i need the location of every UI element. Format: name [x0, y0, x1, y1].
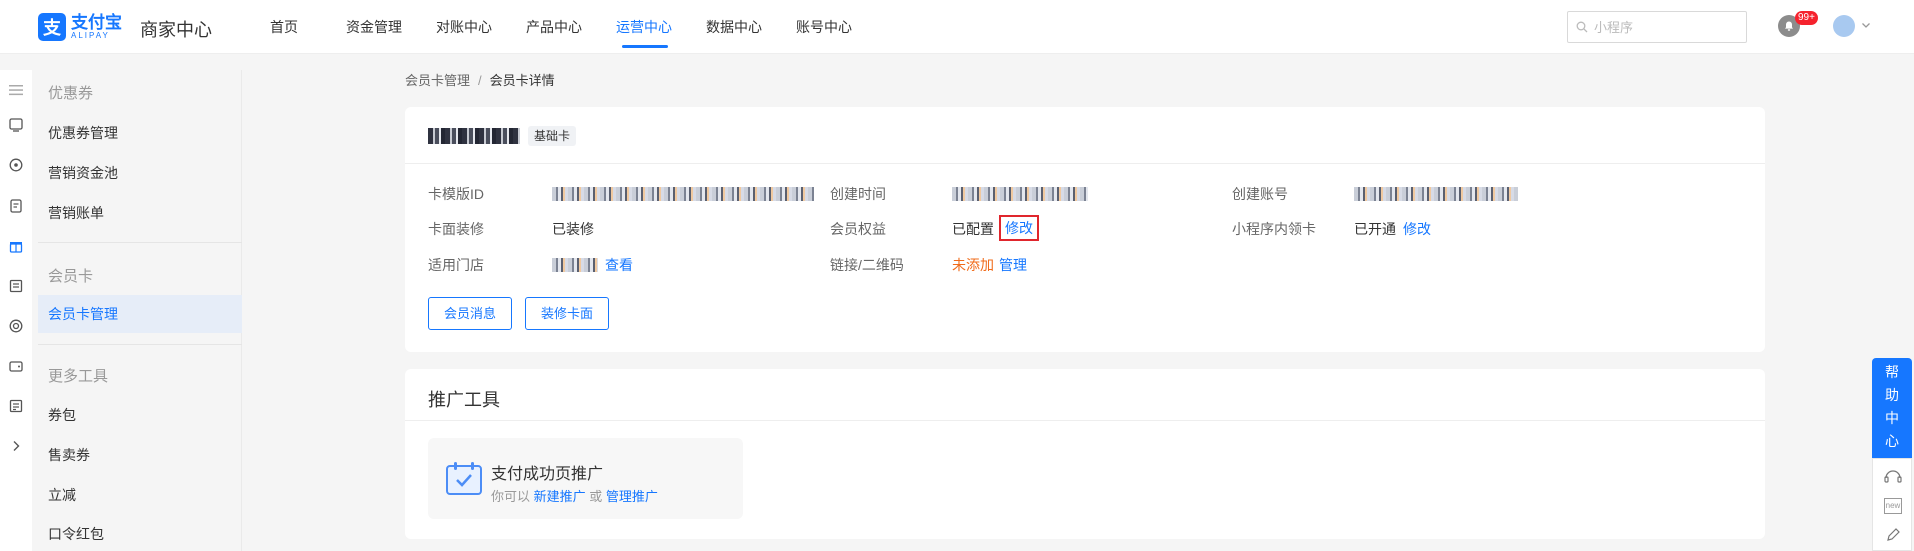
target-icon[interactable] [8, 318, 24, 334]
menu-item-marketing-fund-pool[interactable]: 营销资金池 [38, 154, 242, 192]
promo-item-desc: 你可以 新建推广 或 管理推广 [491, 489, 658, 504]
member-card-detail-panel: 基础卡 卡模版ID 创建时间 创建账号 卡面装修 已装修 会员权益 已配置 修改… [405, 107, 1765, 352]
nav-products[interactable]: 产品中心 [526, 0, 584, 54]
menu-item-sale-coupon[interactable]: 售卖券 [38, 436, 242, 474]
breadcrumb-separator: / [478, 73, 482, 88]
icon-rail [0, 70, 32, 551]
alipay-logo-icon: 支 [38, 13, 66, 41]
decorate-card-button[interactable]: 装修卡面 [525, 297, 610, 330]
menu-item-marketing-bill[interactable]: 营销账单 [38, 194, 242, 232]
alipay-logo[interactable]: 支 支付宝 ALIPAY [38, 13, 122, 41]
payment-success-promo-card[interactable]: 支付成功页推广 你可以 新建推广 或 管理推广 [428, 438, 743, 519]
created-time-label: 创建时间 [830, 186, 886, 202]
created-time-redacted [952, 187, 1088, 202]
menu-collapse-icon[interactable] [8, 82, 24, 98]
breadcrumb: 会员卡管理 / 会员卡详情 [405, 70, 555, 89]
edit-icon[interactable] [1883, 525, 1903, 545]
edit-benefits-link[interactable]: 修改 [999, 215, 1039, 241]
created-account-label: 创建账号 [1232, 186, 1288, 202]
menu-item-coupon-management[interactable]: 优惠券管理 [38, 114, 242, 152]
main-nav: 首页 资金管理 对账中心 产品中心 运营中心 数据中心 账号中心 [270, 0, 854, 54]
menu-item-coupon-package[interactable]: 券包 [38, 396, 242, 434]
nav-operations[interactable]: 运营中心 [616, 0, 674, 54]
menu-item-instant-discount[interactable]: 立减 [38, 476, 242, 514]
menu-item-member-card-management[interactable]: 会员卡管理 [38, 295, 242, 333]
nav-funds[interactable]: 资金管理 [346, 0, 404, 54]
promotion-tools-title: 推广工具 [428, 390, 500, 410]
side-menu: 优惠券 优惠券管理 营销资金池 营销账单 会员卡 会员卡管理 更多工具 券包 售… [38, 70, 242, 551]
breadcrumb-current: 会员卡详情 [489, 73, 555, 88]
menu-divider [38, 242, 242, 243]
chevron-down-icon[interactable] [1861, 20, 1871, 30]
template-id-label: 卡模版ID [428, 186, 484, 202]
logo-text-cn: 支付宝 [71, 13, 122, 32]
promo-item-title: 支付成功页推广 [491, 466, 604, 483]
link-qrcode-value: 未添加 [952, 257, 994, 273]
card-type-tag: 基础卡 [528, 126, 577, 146]
card-face-label: 卡面装修 [428, 221, 484, 237]
search-input[interactable] [1594, 19, 1734, 35]
menu-group-more-tools: 更多工具 [48, 368, 109, 385]
new-feature-icon[interactable]: new [1883, 496, 1903, 516]
search-icon [1576, 21, 1588, 33]
top-bar: 支 支付宝 ALIPAY 商家中心 首页 资金管理 对账中心 产品中心 运营中心… [0, 0, 1914, 54]
created-account-redacted [1354, 187, 1518, 202]
nav-reconciliation[interactable]: 对账中心 [436, 0, 494, 54]
nav-account[interactable]: 账号中心 [796, 0, 854, 54]
compass-icon[interactable] [8, 157, 24, 173]
notification-badge: 99+ [1795, 11, 1818, 25]
menu-divider [38, 344, 242, 345]
promotion-tools-panel: 推广工具 支付成功页推广 你可以 新建推广 或 管理推广 [405, 369, 1765, 539]
document-icon[interactable] [8, 278, 24, 294]
edit-mini-program-link[interactable]: 修改 [1403, 219, 1431, 239]
chevron-right-icon[interactable] [8, 438, 24, 454]
link-qrcode-label: 链接/二维码 [830, 257, 904, 273]
manage-promotion-link[interactable]: 管理推广 [606, 489, 658, 504]
nav-home[interactable]: 首页 [270, 0, 314, 54]
help-center-button[interactable]: 帮 助 中 心 [1872, 358, 1912, 458]
mini-program-value: 已开通 [1354, 221, 1396, 237]
report-icon[interactable] [8, 398, 24, 414]
search-box[interactable] [1567, 11, 1747, 43]
nav-data[interactable]: 数据中心 [706, 0, 764, 54]
mini-program-label: 小程序内领卡 [1232, 221, 1316, 237]
card-name-redacted [428, 128, 520, 144]
member-message-button[interactable]: 会员消息 [428, 297, 513, 330]
manage-qrcode-link[interactable]: 管理 [999, 255, 1027, 275]
calendar-check-icon [446, 462, 482, 495]
new-promotion-link[interactable]: 新建推广 [534, 489, 586, 504]
user-avatar[interactable] [1833, 15, 1855, 37]
app-name: 商家中心 [140, 20, 212, 40]
template-id-redacted [552, 187, 814, 202]
customer-service-icon[interactable] [1883, 467, 1903, 487]
card-face-value: 已装修 [552, 221, 594, 237]
menu-group-coupon: 优惠券 [48, 85, 94, 102]
view-stores-link[interactable]: 查看 [605, 255, 633, 275]
stores-redacted [552, 258, 598, 273]
member-benefits-value: 已配置 [952, 221, 994, 237]
dashboard-icon[interactable] [8, 117, 24, 133]
menu-item-code-red-packet[interactable]: 口令红包 [38, 515, 242, 551]
member-benefits-label: 会员权益 [830, 221, 886, 237]
help-tools: new [1872, 458, 1912, 551]
order-icon[interactable] [8, 198, 24, 214]
logo-text-en: ALIPAY [71, 31, 110, 40]
menu-group-member-card: 会员卡 [48, 268, 94, 285]
applicable-stores-label: 适用门店 [428, 257, 484, 273]
wallet-icon[interactable] [8, 358, 24, 374]
gift-icon[interactable] [8, 238, 24, 254]
card-header: 基础卡 [405, 107, 1765, 164]
breadcrumb-parent[interactable]: 会员卡管理 [405, 73, 470, 88]
